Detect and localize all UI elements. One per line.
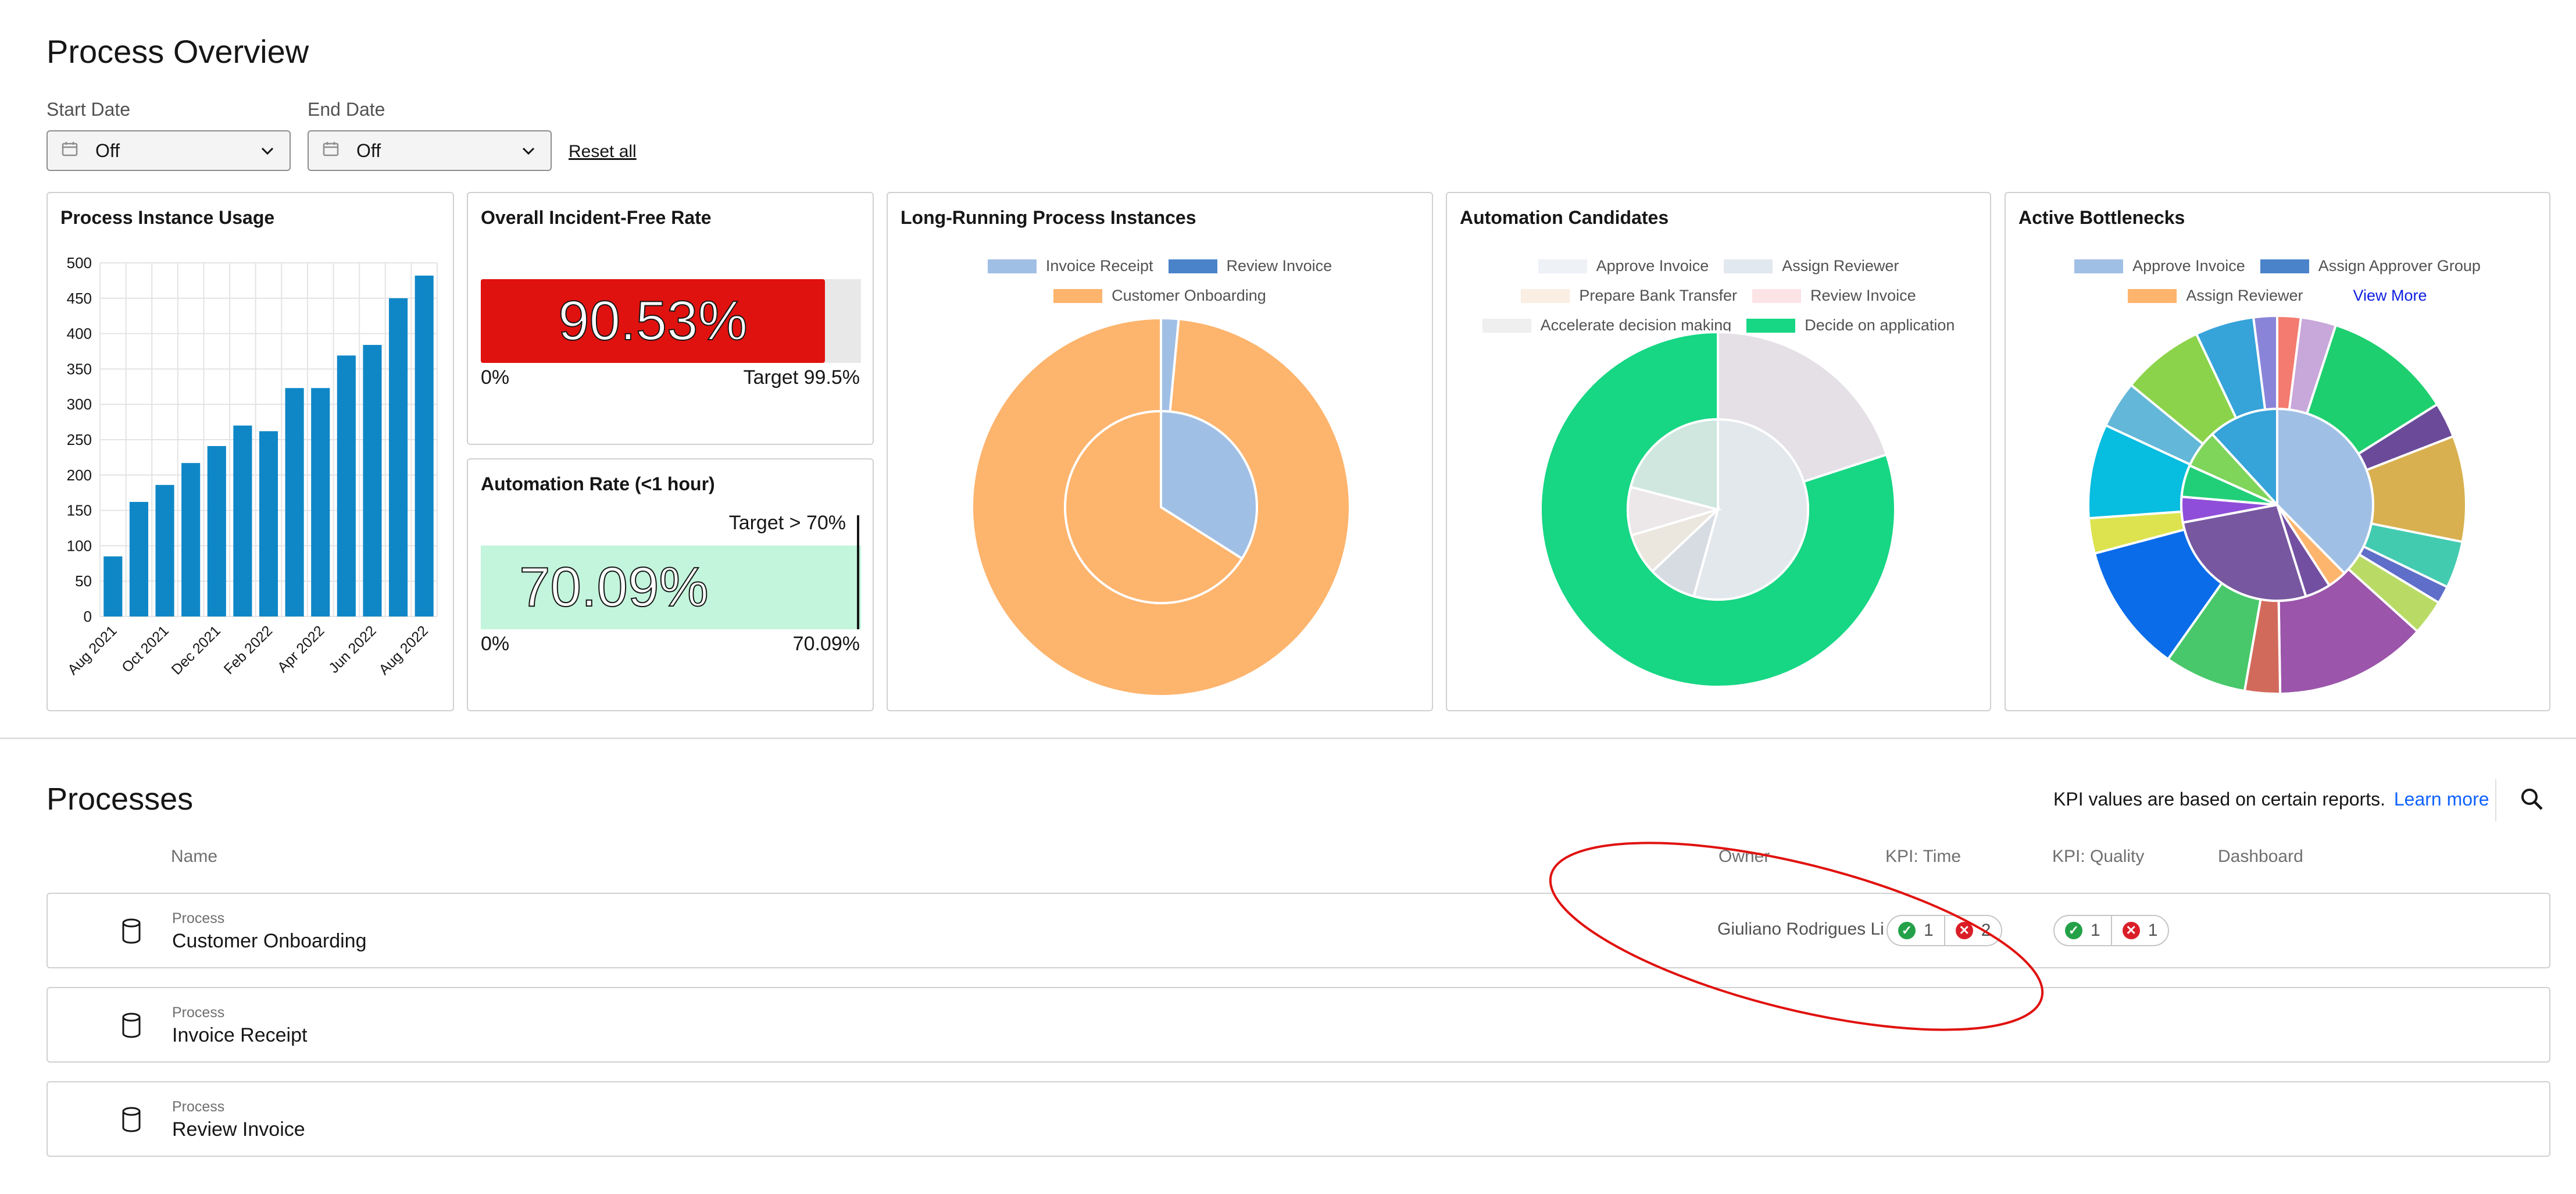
kpi-note: KPI values are based on certain reports.…: [2053, 789, 2489, 810]
y-tick-label: 300: [67, 395, 92, 413]
column-header-dashboard[interactable]: Dashboard: [2218, 847, 2303, 867]
bar[interactable]: [207, 445, 226, 616]
learn-more-link[interactable]: Learn more: [2394, 789, 2489, 810]
y-tick-label: 500: [67, 254, 92, 272]
automation-candidates-pie-chart: [1539, 330, 1896, 688]
y-tick-label: 0: [84, 608, 92, 625]
processes-title: Processes: [47, 782, 194, 817]
automation-rate-card-title: Automation Rate (<1 hour): [481, 473, 715, 494]
process-name: Customer Onboarding: [172, 930, 367, 952]
y-tick-label: 150: [67, 502, 92, 519]
long-running-card: Long-Running Process Instances Invoice R…: [887, 192, 1433, 711]
process-row[interactable]: Process Review Invoice: [47, 1081, 2550, 1157]
automation-gauge-max: 70.09%: [792, 633, 860, 655]
chevron-down-icon: [259, 140, 276, 162]
x-tick-label: Dec 2021: [169, 622, 224, 678]
calendar-icon: [323, 140, 339, 162]
page-title: Process Overview: [47, 33, 309, 70]
x-tick-label: Jun 2022: [326, 622, 380, 676]
y-tick-label: 200: [67, 466, 92, 484]
database-icon: [121, 1013, 142, 1041]
bar[interactable]: [285, 388, 304, 616]
x-tick-label: Aug 2022: [376, 622, 431, 678]
x-tick-label: Aug 2021: [65, 622, 120, 678]
kpi-quality-pill[interactable]: ✓ 1 ✕ 1: [2053, 915, 2170, 946]
chevron-down-icon: [520, 140, 537, 162]
x-tick-label: Feb 2022: [221, 622, 276, 677]
start-date-value: Off: [95, 140, 120, 161]
y-tick-label: 450: [67, 290, 92, 307]
database-icon: [121, 1107, 142, 1135]
search-icon[interactable]: [2519, 786, 2545, 815]
end-date-label: End Date: [308, 99, 385, 120]
x-tick-label: Apr 2022: [274, 622, 328, 676]
usage-bar-chart: 0 50 100 150 200 250 300 350 400 450 500 Aug 2021Oc…: [65, 254, 438, 678]
incident-gauge-target: Target 99.5%: [743, 366, 860, 389]
y-tick-label: 100: [67, 537, 92, 554]
incident-gauge-value: 90.53%: [558, 289, 748, 352]
incident-gauge-track: 90.53%: [481, 279, 861, 363]
long-running-pie-chart: [971, 316, 1352, 697]
start-date-select[interactable]: Off: [47, 130, 291, 171]
process-name: Review Invoice: [172, 1118, 305, 1140]
error-icon: ✕: [2122, 922, 2140, 939]
end-date-select[interactable]: Off: [308, 130, 552, 171]
column-header-name[interactable]: Name: [171, 847, 217, 867]
column-header-kpi-quality[interactable]: KPI: Quality: [2052, 847, 2144, 867]
y-tick-label: 400: [67, 325, 92, 343]
process-name: Invoice Receipt: [172, 1024, 308, 1046]
process-type: Process: [172, 1004, 225, 1021]
database-icon: [121, 918, 142, 947]
usage-card: Process Instance Usage 0 50 100 150 200 250 30…: [47, 192, 454, 711]
x-tick-label: Oct 2021: [119, 622, 172, 676]
bar[interactable]: [415, 275, 434, 616]
end-date-value: Off: [356, 140, 381, 161]
incident-gauge-min: 0%: [481, 366, 510, 389]
incident-card-title: Overall Incident-Free Rate: [481, 207, 712, 228]
bottlenecks-pie-chart: [2087, 314, 2467, 695]
y-tick-label: 50: [75, 572, 92, 590]
automation-rate-card: Automation Rate (<1 hour) Target > 70% 7…: [467, 458, 874, 711]
toolbar-divider: [2495, 779, 2496, 821]
automation-target-marker: [857, 515, 859, 629]
bar[interactable]: [103, 556, 123, 616]
bar[interactable]: [129, 502, 148, 616]
automation-rate-target: Target > 70%: [728, 512, 846, 534]
automation-gauge-value: 70.09%: [519, 555, 709, 619]
reset-all-link[interactable]: Reset all: [569, 142, 637, 162]
process-type: Process: [172, 910, 225, 926]
annotation-ellipse: [1549, 842, 2044, 1031]
bottlenecks-card: Active Bottlenecks Approve Invoice Assig…: [2005, 192, 2550, 711]
bar[interactable]: [259, 431, 278, 616]
kpi-note-text: KPI values are based on certain reports.: [2053, 789, 2385, 810]
process-row[interactable]: Process Invoice Receipt: [47, 987, 2550, 1063]
automation-gauge-min: 0%: [481, 633, 510, 655]
bar[interactable]: [233, 425, 252, 616]
automation-gauge-track: 70.09%: [481, 546, 861, 629]
start-date-label: Start Date: [47, 99, 131, 120]
y-tick-label: 350: [67, 360, 92, 377]
section-divider: [0, 737, 2576, 739]
automation-candidates-card: Automation Candidates Approve Invoice As…: [1446, 192, 1991, 711]
kpi-quality-bad-count: 1: [2148, 921, 2158, 940]
calendar-icon: [62, 140, 78, 162]
bar[interactable]: [155, 484, 174, 616]
bar[interactable]: [337, 355, 356, 616]
check-icon: ✓: [2065, 922, 2082, 939]
y-tick-label: 250: [67, 431, 92, 448]
kpi-quality-ok-count: 1: [2091, 921, 2100, 940]
bar[interactable]: [311, 388, 330, 616]
incident-card: Overall Incident-Free Rate 90.53% 0% Tar…: [467, 192, 874, 445]
bar[interactable]: [181, 463, 201, 616]
bar[interactable]: [389, 298, 408, 616]
bar[interactable]: [363, 345, 382, 616]
process-type: Process: [172, 1099, 225, 1115]
process-row[interactable]: Process Customer Onboarding Giuliano Rod…: [47, 893, 2550, 968]
